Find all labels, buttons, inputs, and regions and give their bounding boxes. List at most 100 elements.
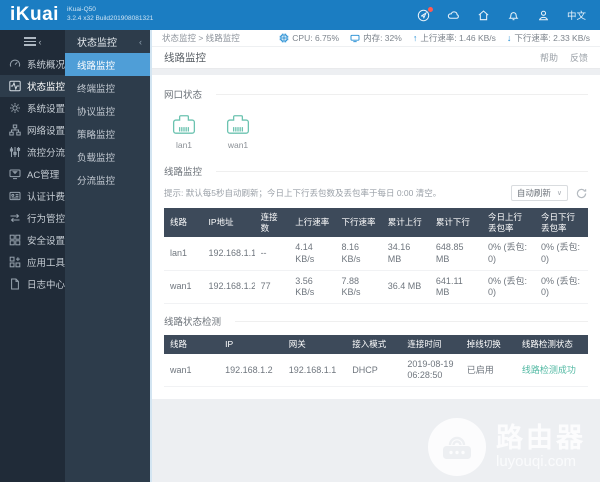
sidebar-item-label: 安全设置 — [27, 236, 66, 247]
submenu-header: 状态监控 ‹ — [65, 30, 150, 53]
download-stat: ↓ 下行速率: 2.33 KB/s — [507, 32, 590, 44]
feedback-link[interactable]: 反馈 — [570, 51, 588, 64]
sidebar-item-label: 日志中心 — [27, 280, 66, 291]
main-row: ‹ 系统概况 状态监控 系统设置 网络设置 流控分流 AC管理 认证计费 行为管… — [0, 30, 600, 482]
section-divider — [216, 170, 588, 172]
version-info: iKuai-Q50 3.2.4 x32 Build201908081321 — [67, 6, 153, 24]
col-header: 上行速率 — [289, 208, 336, 238]
cell-down-rate: 7.88 KB/s — [335, 270, 382, 305]
sidebar-item-system-settings[interactable]: 系统设置 — [0, 97, 65, 119]
col-header: 累计下行 — [429, 208, 482, 238]
down-arrow-icon: ↓ — [506, 33, 512, 43]
system-stats: CPU: 6.75% 内存: 32% ↑ 上行速率: 1.46 KB/s ↓ 下… — [279, 32, 590, 44]
cell-line: wan1 — [164, 353, 220, 388]
watermark-text: 路由器 luyouqi.com — [496, 424, 586, 470]
refresh-controls: 自动刷新 ∨ — [510, 185, 588, 201]
col-header: 网关 — [282, 335, 347, 354]
sidebar-item-label: 认证计费 — [27, 192, 66, 203]
cpu-value: CPU: 6.75% — [292, 33, 340, 43]
table-header-row: 线路 IP 网关 接入模式 连接时间 掉线切换 线路检测状态 — [164, 335, 588, 354]
submenu-item-policy-monitor[interactable]: 策略监控 — [65, 122, 150, 145]
cell-up-rate: 4.14 KB/s — [289, 237, 336, 271]
memory-icon — [350, 34, 360, 43]
pulse-icon — [9, 80, 21, 92]
memory-stat: 内存: 32% — [350, 32, 402, 44]
sidebar-item-ac-management[interactable]: AC管理 — [0, 163, 65, 185]
build-number: 3.2.4 x32 Build201908081321 — [66, 15, 154, 22]
ethernet-port-icon — [226, 115, 250, 134]
submenu-item-diversion-monitor[interactable]: 分流监控 — [65, 168, 150, 191]
line-check-section-header: 线路状态检测 — [164, 314, 588, 328]
sidebar-item-app-tools[interactable]: 应用工具 — [0, 251, 65, 273]
sidebar-item-network-settings[interactable]: 网络设置 — [0, 119, 65, 141]
model-name: iKuai-Q50 — [66, 6, 96, 14]
up-arrow-icon: ↑ — [412, 33, 418, 43]
cpu-icon — [279, 33, 289, 43]
col-header: 线路 — [164, 335, 220, 354]
sidebar-item-flow-control[interactable]: 流控分流 — [0, 141, 65, 163]
submenu-item-label: 负载监控 — [77, 152, 116, 164]
port-lan1: lan1 — [170, 113, 198, 150]
apps-grid-icon — [9, 256, 21, 268]
document-icon — [9, 278, 21, 290]
submenu-item-load-monitor[interactable]: 负载监控 — [65, 145, 150, 168]
submenu-item-label: 协议监控 — [77, 106, 116, 118]
page-title-bar: 线路监控 帮助 反馈 — [152, 47, 600, 69]
user-icon[interactable] — [537, 8, 551, 22]
cell-line: wan1 — [164, 270, 203, 305]
home-icon[interactable] — [477, 8, 491, 22]
col-header: 线路检测状态 — [515, 335, 588, 354]
line-monitor-panel: 网口状态 lan1 wan1 线路监控 提示: 默认每5秒自动刷新；今日上下行丢… — [152, 75, 600, 400]
ports-row: lan1 wan1 — [170, 113, 582, 150]
app-window: iKuai iKuai-Q50 3.2.4 x32 Build201908081… — [0, 0, 600, 482]
col-header: 今日上行丢包率 — [481, 208, 535, 238]
ethernet-port-icon — [172, 115, 196, 134]
submenu-item-label: 策略监控 — [77, 129, 116, 141]
hamburger-icon — [23, 37, 36, 46]
submenu-collapse-chevron[interactable]: ‹ — [139, 37, 142, 47]
refresh-mode-select[interactable]: 自动刷新 ∨ — [510, 185, 568, 201]
sidebar-item-behavior-control[interactable]: 行为管控 — [0, 207, 65, 229]
gear-icon — [9, 102, 21, 114]
cell-down-rate: 8.16 KB/s — [335, 237, 382, 271]
send-notification-icon[interactable] — [417, 7, 433, 22]
cell-ip: 192.168.1.2 — [202, 270, 255, 305]
sidebar-item-auth-billing[interactable]: 认证计费 — [0, 185, 65, 207]
sidebar-item-status-monitor[interactable]: 状态监控 — [0, 75, 65, 97]
cell-connections: 77 — [254, 270, 290, 305]
help-link[interactable]: 帮助 — [540, 51, 558, 64]
cell-ip: 192.168.1.1 — [202, 237, 255, 271]
cell-access-mode: DHCP — [346, 353, 402, 388]
col-header: 掉线切换 — [460, 335, 516, 354]
table-row: lan1 192.168.1.1 -- 4.14 KB/s 8.16 KB/s … — [164, 237, 588, 271]
brand: iKuai iKuai-Q50 3.2.4 x32 Build201908081… — [10, 4, 153, 26]
refresh-button[interactable] — [575, 187, 588, 200]
monitor-arrow-icon — [9, 168, 21, 180]
table-row: wan1 192.168.1.2 192.168.1.1 DHCP 2019-0… — [164, 353, 588, 388]
content-filler: 路由器 luyouqi.com — [152, 399, 600, 482]
section-title: 网口状态 — [164, 90, 203, 101]
topbar: iKuai iKuai-Q50 3.2.4 x32 Build201908081… — [0, 0, 600, 30]
sitemap-icon — [9, 124, 21, 136]
cloud-icon[interactable] — [447, 8, 461, 22]
sidebar-item-security-settings[interactable]: 安全设置 — [0, 229, 65, 251]
bell-icon[interactable] — [507, 8, 521, 22]
submenu-item-protocol-monitor[interactable]: 协议监控 — [65, 99, 150, 122]
breadcrumb-bar: 状态监控 > 线路监控 CPU: 6.75% 内存: 32% ↑ 上行速率: 1… — [152, 30, 600, 47]
sidebar-item-log-center[interactable]: 日志中心 — [0, 273, 65, 295]
cell-total-down: 648.85 MB — [429, 237, 482, 271]
sliders-icon — [9, 146, 21, 158]
submenu-item-terminal-monitor[interactable]: 终端监控 — [65, 76, 150, 99]
ikuai-logo: iKuai — [10, 4, 59, 25]
cell-down-loss: 0% (丢包: 0) — [534, 237, 588, 271]
language-switch[interactable]: 中文 — [567, 8, 586, 22]
title-links: 帮助 反馈 — [540, 51, 588, 64]
sidebar-item-system-overview[interactable]: 系统概况 — [0, 53, 65, 75]
submenu-item-line-monitor[interactable]: 线路监控 — [65, 53, 150, 76]
refresh-hint: 提示: 默认每5秒自动刷新；今日上下行丢包数及丢包率于每日 0:00 清空。 — [164, 188, 442, 198]
col-header: 累计上行 — [381, 208, 430, 238]
hint-row: 提示: 默认每5秒自动刷新；今日上下行丢包数及丢包率于每日 0:00 清空。 自… — [164, 185, 588, 201]
content-area: 状态监控 > 线路监控 CPU: 6.75% 内存: 32% ↑ 上行速率: 1… — [150, 30, 600, 482]
cell-total-up: 34.16 MB — [381, 237, 430, 271]
sidebar-collapse-button[interactable]: ‹ — [0, 30, 65, 53]
